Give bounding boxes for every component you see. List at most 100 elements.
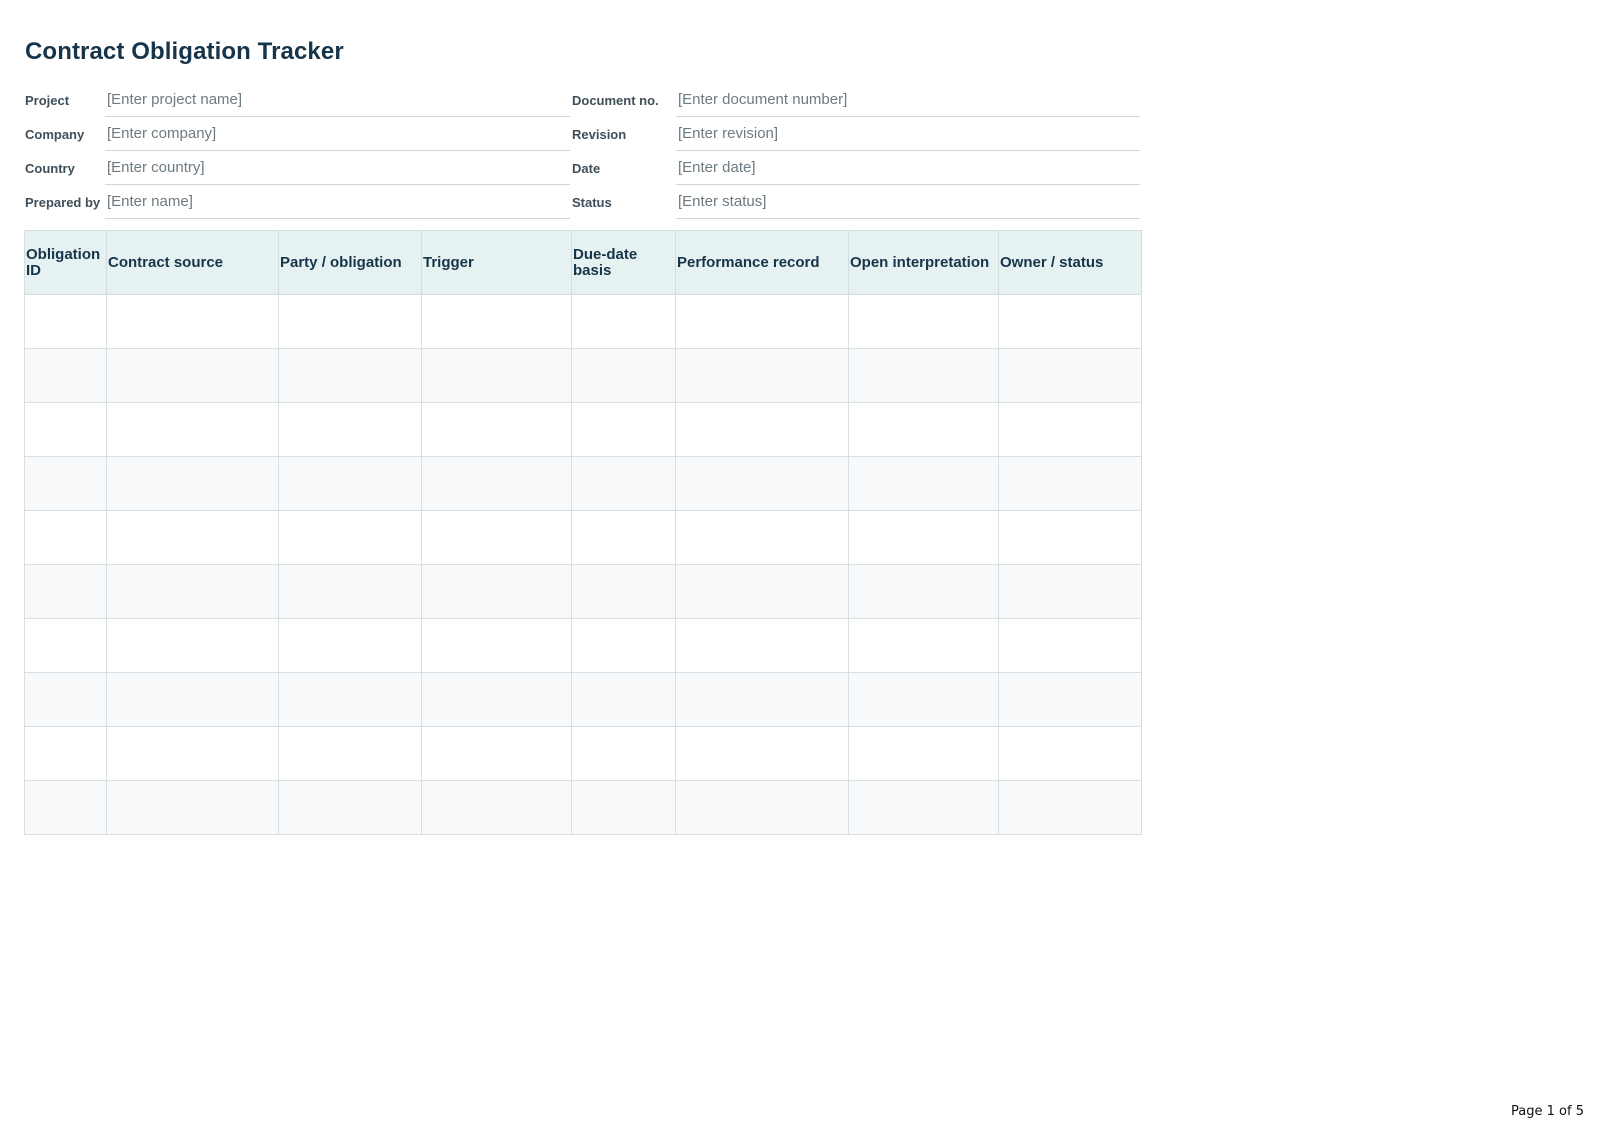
column-header-obligation-id: Obligation ID: [24, 230, 107, 295]
table-cell[interactable]: [675, 348, 849, 403]
table-cell[interactable]: [106, 672, 279, 727]
table-row: [24, 294, 1142, 349]
document-number-field[interactable]: [Enter document number]: [676, 85, 1140, 117]
table-cell[interactable]: [24, 726, 107, 781]
table-cell[interactable]: [998, 780, 1142, 835]
table-cell[interactable]: [106, 402, 279, 457]
table-cell[interactable]: [848, 294, 999, 349]
table-cell[interactable]: [571, 564, 676, 619]
table-cell[interactable]: [848, 726, 999, 781]
company-field[interactable]: [Enter company]: [105, 119, 570, 151]
table-cell[interactable]: [998, 348, 1142, 403]
table-cell[interactable]: [421, 456, 572, 511]
table-cell[interactable]: [998, 294, 1142, 349]
table-cell[interactable]: [421, 348, 572, 403]
table-cell[interactable]: [24, 672, 107, 727]
table-cell[interactable]: [675, 618, 849, 673]
table-cell[interactable]: [106, 780, 279, 835]
table-cell[interactable]: [278, 294, 422, 349]
table-cell[interactable]: [278, 348, 422, 403]
table-row: [24, 402, 1142, 457]
table-cell[interactable]: [278, 672, 422, 727]
table-cell[interactable]: [675, 510, 849, 565]
table-cell[interactable]: [571, 780, 676, 835]
table-cell[interactable]: [106, 726, 279, 781]
table-cell[interactable]: [571, 618, 676, 673]
table-cell[interactable]: [675, 402, 849, 457]
table-cell[interactable]: [24, 618, 107, 673]
table-cell[interactable]: [675, 726, 849, 781]
table-cell[interactable]: [421, 510, 572, 565]
table-cell[interactable]: [106, 456, 279, 511]
table-cell[interactable]: [106, 294, 279, 349]
table-cell[interactable]: [24, 294, 107, 349]
table-cell[interactable]: [571, 348, 676, 403]
table-cell[interactable]: [571, 726, 676, 781]
table-cell[interactable]: [421, 672, 572, 727]
document-number-label: Document no.: [572, 93, 659, 108]
project-field[interactable]: [Enter project name]: [105, 85, 570, 117]
table-cell[interactable]: [421, 618, 572, 673]
table-cell[interactable]: [848, 618, 999, 673]
country-field[interactable]: [Enter country]: [105, 153, 570, 185]
table-cell[interactable]: [848, 456, 999, 511]
date-field[interactable]: [Enter date]: [676, 153, 1140, 185]
table-row: [24, 564, 1142, 619]
table-cell[interactable]: [278, 618, 422, 673]
table-cell[interactable]: [24, 402, 107, 457]
table-cell[interactable]: [421, 294, 572, 349]
table-cell[interactable]: [675, 564, 849, 619]
table-cell[interactable]: [571, 456, 676, 511]
table-cell[interactable]: [848, 564, 999, 619]
table-cell[interactable]: [106, 510, 279, 565]
table-cell[interactable]: [848, 672, 999, 727]
table-cell[interactable]: [571, 402, 676, 457]
table-cell[interactable]: [675, 672, 849, 727]
table-cell[interactable]: [998, 726, 1142, 781]
table-cell[interactable]: [278, 510, 422, 565]
table-cell[interactable]: [571, 294, 676, 349]
table-cell[interactable]: [675, 780, 849, 835]
table-cell[interactable]: [998, 510, 1142, 565]
table-cell[interactable]: [106, 618, 279, 673]
table-cell[interactable]: [278, 564, 422, 619]
table-cell[interactable]: [278, 780, 422, 835]
table-cell[interactable]: [106, 564, 279, 619]
table-cell[interactable]: [24, 564, 107, 619]
table-cell[interactable]: [998, 618, 1142, 673]
table-cell[interactable]: [278, 726, 422, 781]
table-row: [24, 672, 1142, 727]
prepared-by-field[interactable]: [Enter name]: [105, 187, 570, 219]
table-cell[interactable]: [421, 564, 572, 619]
table-cell[interactable]: [571, 672, 676, 727]
table-cell[interactable]: [848, 348, 999, 403]
table-cell[interactable]: [848, 402, 999, 457]
table-cell[interactable]: [998, 402, 1142, 457]
table-cell[interactable]: [675, 456, 849, 511]
table-cell[interactable]: [421, 402, 572, 457]
status-field[interactable]: [Enter status]: [676, 187, 1140, 219]
table-cell[interactable]: [571, 510, 676, 565]
table-cell[interactable]: [24, 348, 107, 403]
table-cell[interactable]: [848, 510, 999, 565]
table-cell[interactable]: [106, 348, 279, 403]
table-cell[interactable]: [24, 510, 107, 565]
meta-row-project: Project [Enter project name] Document no…: [24, 85, 1140, 119]
column-header-due-date-basis: Due-date basis: [571, 230, 676, 295]
table-cell[interactable]: [278, 402, 422, 457]
table-cell[interactable]: [278, 456, 422, 511]
table-cell[interactable]: [24, 456, 107, 511]
table-cell[interactable]: [675, 294, 849, 349]
table-cell[interactable]: [421, 780, 572, 835]
revision-field[interactable]: [Enter revision]: [676, 119, 1140, 151]
table-cell[interactable]: [421, 726, 572, 781]
table-cell[interactable]: [998, 564, 1142, 619]
table-body: [24, 294, 1142, 835]
table-cell[interactable]: [998, 456, 1142, 511]
table-row: [24, 348, 1142, 403]
table-row: [24, 456, 1142, 511]
table-cell[interactable]: [998, 672, 1142, 727]
table-cell[interactable]: [24, 780, 107, 835]
table-cell[interactable]: [848, 780, 999, 835]
column-header-trigger: Trigger: [421, 230, 572, 295]
